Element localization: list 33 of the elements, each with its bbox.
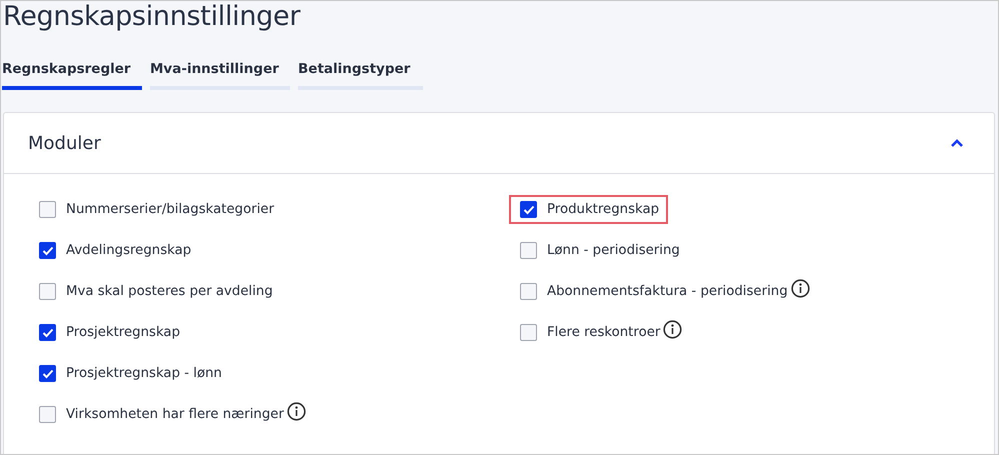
info-icon[interactable] (663, 320, 682, 339)
check-icon (522, 204, 534, 214)
checkbox[interactable] (39, 201, 56, 218)
tab[interactable]: Betalingstyper (298, 57, 423, 90)
option-label: Lønn - periodisering (547, 243, 680, 258)
check-icon (42, 246, 54, 256)
option-label: Prosjektregnskap - lønn (66, 366, 222, 381)
check-icon (42, 368, 54, 378)
checkbox[interactable] (520, 201, 537, 218)
option-label: Nummerserier/bilagskategorier (66, 202, 274, 217)
tab[interactable]: Regnskapsregler (2, 57, 142, 90)
checkbox[interactable] (39, 242, 56, 259)
checkbox[interactable] (39, 406, 56, 423)
chevron-icon[interactable] (950, 138, 964, 148)
checkbox[interactable] (39, 324, 56, 341)
checkbox[interactable] (520, 324, 537, 341)
option-label: Virksomheten har flere næringer (66, 407, 284, 422)
tab[interactable]: Mva-innstillinger (150, 57, 290, 90)
option-label: Mva skal posteres per avdeling (66, 284, 273, 299)
page-title: Regnskapsinnstillinger (2, 1, 302, 33)
option-label: Produktregnskap (547, 202, 660, 217)
checkbox[interactable] (520, 283, 537, 300)
checkbox[interactable] (39, 283, 56, 300)
option-label: Prosjektregnskap (66, 325, 180, 340)
info-icon[interactable] (790, 279, 810, 298)
option-label: Abonnementsfaktura - periodisering (547, 284, 788, 299)
checkbox[interactable] (39, 365, 56, 382)
option-label: Avdelingsregnskap (66, 243, 192, 258)
option-label: Flere reskontroer (547, 325, 660, 340)
checkbox[interactable] (520, 242, 537, 259)
check-icon (42, 328, 54, 338)
info-icon[interactable] (286, 402, 306, 421)
section-title: Moduler (28, 132, 101, 154)
